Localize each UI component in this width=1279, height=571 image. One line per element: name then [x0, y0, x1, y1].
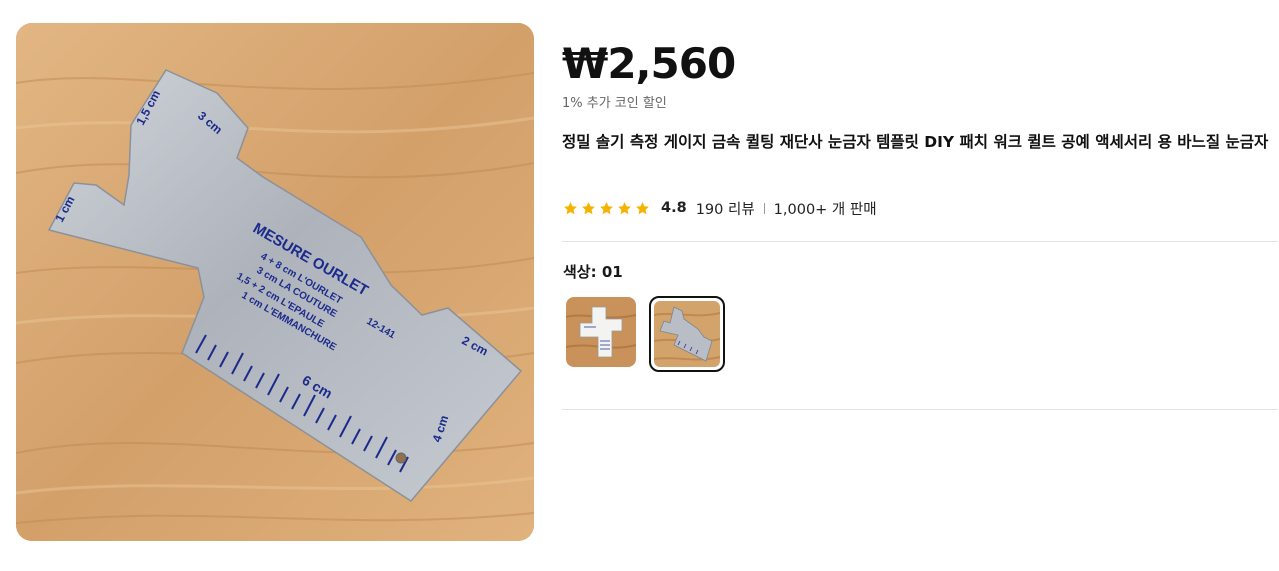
color-option-label: 색상: 01: [563, 263, 623, 281]
color-option-thumbnail-02-selected[interactable]: [649, 296, 725, 372]
star-rating: [563, 201, 650, 216]
ruler-photo: MESURE OURLET 12-141 4 + 8 cm L'OURLET 3…: [16, 23, 534, 541]
thumbnail-frame: [654, 301, 720, 367]
main-product-image[interactable]: MESURE OURLET 12-141 4 + 8 cm L'OURLET 3…: [16, 23, 534, 541]
star-icon: [600, 201, 613, 214]
coin-discount-note: 1% 추가 코인 할인: [562, 96, 667, 111]
section-divider: [562, 241, 1278, 242]
thumbnail-image: [566, 297, 636, 367]
review-count-link[interactable]: 190 리뷰: [696, 198, 755, 219]
section-divider: [562, 409, 1278, 410]
product-title: 정밀 솔기 측정 게이지 금속 퀼팅 재단사 눈금자 템플릿 DIY 패치 워크…: [562, 133, 1269, 151]
divider-bar: [763, 202, 765, 214]
product-price: ₩2,560: [562, 39, 736, 88]
color-option-thumbnail-01[interactable]: [566, 297, 636, 367]
star-icon: [582, 201, 595, 214]
rating-row[interactable]: 4.8 190 리뷰 1,000+ 개 판매: [563, 197, 877, 219]
sold-count: 1,000+ 개 판매: [773, 201, 877, 218]
thumbnail-image: [654, 301, 720, 367]
rating-value: 4.8: [661, 200, 687, 216]
star-icon: [636, 201, 649, 214]
star-icon: [618, 201, 631, 214]
star-icon: [564, 201, 577, 214]
